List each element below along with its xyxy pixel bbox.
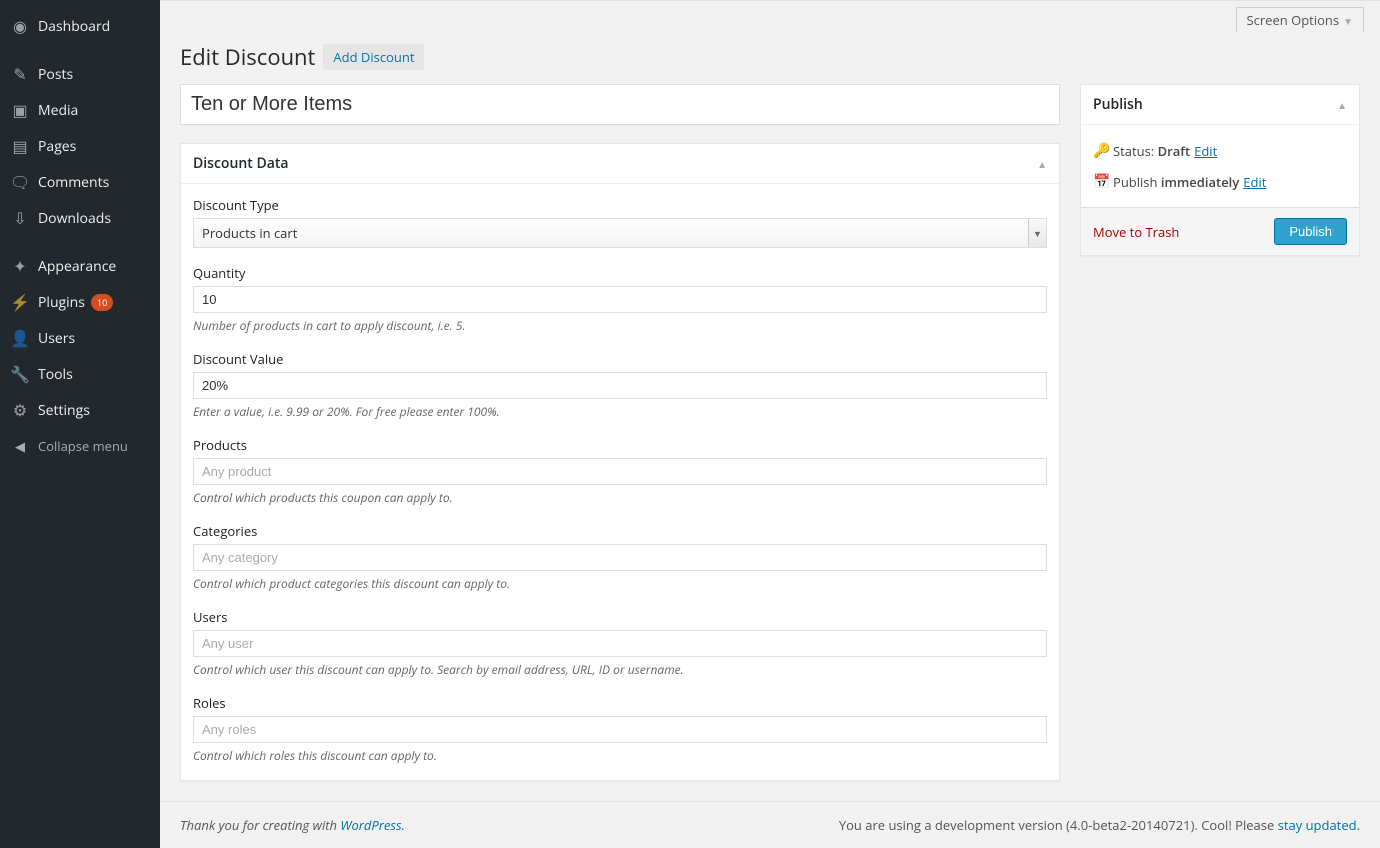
publish-panel-toggle[interactable]: Publish ▲: [1081, 85, 1359, 125]
chevron-up-icon: ▲: [1337, 98, 1347, 112]
edit-status-link[interactable]: Edit: [1194, 142, 1217, 160]
discount-value-label: Discount Value: [193, 350, 1047, 368]
pin-icon: ✎: [10, 64, 30, 84]
add-discount-button[interactable]: Add Discount: [323, 44, 424, 70]
sidebar-item-label: Downloads: [38, 209, 111, 228]
sidebar-item-label: Pages: [38, 137, 76, 156]
status-value: Draft: [1158, 142, 1191, 160]
footer-version: You are using a development version (4.0…: [839, 816, 1360, 834]
sidebar-item-label: Users: [38, 329, 75, 348]
plug-icon: ⚡: [10, 292, 30, 312]
categories-help: Control which product categories this di…: [193, 575, 1047, 592]
footer: Thank you for creating with WordPress. Y…: [160, 801, 1380, 848]
products-input[interactable]: [193, 458, 1047, 485]
sidebar-item-pages[interactable]: ▤ Pages: [0, 128, 160, 164]
sidebar-item-label: Comments: [38, 173, 109, 192]
collapse-menu-button[interactable]: ◀Collapse menu: [0, 428, 160, 464]
discount-value-input[interactable]: [193, 372, 1047, 399]
brush-icon: ✦: [10, 256, 30, 276]
comment-icon: 🗨: [10, 172, 30, 192]
calendar-icon: 📅: [1093, 172, 1113, 191]
media-icon: ▣: [10, 100, 30, 120]
sidebar-item-label: Dashboard: [38, 17, 110, 36]
categories-label: Categories: [193, 522, 1047, 540]
users-label: Users: [193, 608, 1047, 626]
sidebar-item-appearance[interactable]: ✦ Appearance: [0, 248, 160, 284]
sidebar-item-label: Settings: [38, 401, 90, 420]
quantity-input[interactable]: [193, 286, 1047, 313]
discount-type-select[interactable]: Products in cart: [193, 218, 1047, 248]
users-help: Control which user this discount can app…: [193, 661, 1047, 678]
sidebar-item-label: Posts: [38, 65, 73, 84]
chevron-down-icon: ▼: [1028, 219, 1046, 247]
admin-sidebar: ◉ Dashboard ✎ Posts ▣ Media ▤ Pages 🗨 Comment…: [0, 0, 160, 848]
discount-data-panel: Discount Data ▲ Discount Type Products i…: [180, 143, 1060, 781]
publish-panel: Publish ▲ 🔑 Status: Draft Edit 📅: [1080, 84, 1360, 256]
sidebar-item-tools[interactable]: 🔧 Tools: [0, 356, 160, 392]
quantity-help: Number of products in cart to apply disc…: [193, 317, 1047, 334]
key-icon: 🔑: [1093, 141, 1113, 160]
users-input[interactable]: [193, 630, 1047, 657]
chevron-down-icon: ▼: [1343, 14, 1353, 28]
schedule-value: immediately: [1161, 173, 1239, 191]
products-help: Control which products this coupon can a…: [193, 489, 1047, 506]
categories-input[interactable]: [193, 544, 1047, 571]
chevron-up-icon: ▲: [1037, 157, 1047, 171]
footer-thanks: Thank you for creating with WordPress.: [180, 816, 405, 834]
products-label: Products: [193, 436, 1047, 454]
plugins-badge: 10: [91, 294, 113, 311]
wrench-icon: 🔧: [10, 364, 30, 384]
sidebar-item-users[interactable]: 👤 Users: [0, 320, 160, 356]
sidebar-item-downloads[interactable]: ⇩ Downloads: [0, 200, 160, 236]
quantity-label: Quantity: [193, 264, 1047, 282]
sidebar-item-settings[interactable]: ⚙ Settings: [0, 392, 160, 428]
move-to-trash-link[interactable]: Move to Trash: [1093, 223, 1179, 241]
sliders-icon: ⚙: [10, 400, 30, 420]
panel-title: Publish: [1093, 95, 1143, 114]
page-icon: ▤: [10, 136, 30, 156]
edit-schedule-link[interactable]: Edit: [1243, 173, 1266, 191]
discount-data-toggle[interactable]: Discount Data ▲: [181, 144, 1059, 184]
sidebar-item-posts[interactable]: ✎ Posts: [0, 56, 160, 92]
sidebar-item-label: Plugins: [38, 293, 85, 312]
schedule-label: Publish: [1113, 173, 1157, 191]
main-content: Screen Options▼ Edit Discount Add Discou…: [160, 0, 1380, 848]
roles-label: Roles: [193, 694, 1047, 712]
user-icon: 👤: [10, 328, 30, 348]
discount-type-label: Discount Type: [193, 196, 1047, 214]
sidebar-item-comments[interactable]: 🗨 Comments: [0, 164, 160, 200]
roles-help: Control which roles this discount can ap…: [193, 747, 1047, 764]
sidebar-item-media[interactable]: ▣ Media: [0, 92, 160, 128]
wordpress-link[interactable]: WordPress: [340, 816, 401, 834]
discount-title-input[interactable]: [180, 84, 1060, 125]
page-title: Edit Discount: [180, 42, 315, 72]
sidebar-item-label: Tools: [38, 365, 73, 384]
screen-options-button[interactable]: Screen Options▼: [1236, 7, 1365, 32]
panel-title: Discount Data: [193, 154, 288, 173]
chevron-left-icon: ◀: [10, 436, 30, 456]
sidebar-item-label: Appearance: [38, 257, 116, 276]
sidebar-item-plugins[interactable]: ⚡ Plugins 10: [0, 284, 160, 320]
stay-updated-link[interactable]: stay updated: [1278, 816, 1357, 834]
sidebar-item-dashboard[interactable]: ◉ Dashboard: [0, 8, 160, 44]
download-icon: ⇩: [10, 208, 30, 228]
status-label: Status:: [1113, 142, 1154, 160]
sidebar-item-label: Media: [38, 101, 78, 120]
gauge-icon: ◉: [10, 16, 30, 36]
discount-value-help: Enter a value, i.e. 9.99 or 20%. For fre…: [193, 403, 1047, 420]
roles-input[interactable]: [193, 716, 1047, 743]
publish-button[interactable]: Publish: [1274, 218, 1347, 245]
